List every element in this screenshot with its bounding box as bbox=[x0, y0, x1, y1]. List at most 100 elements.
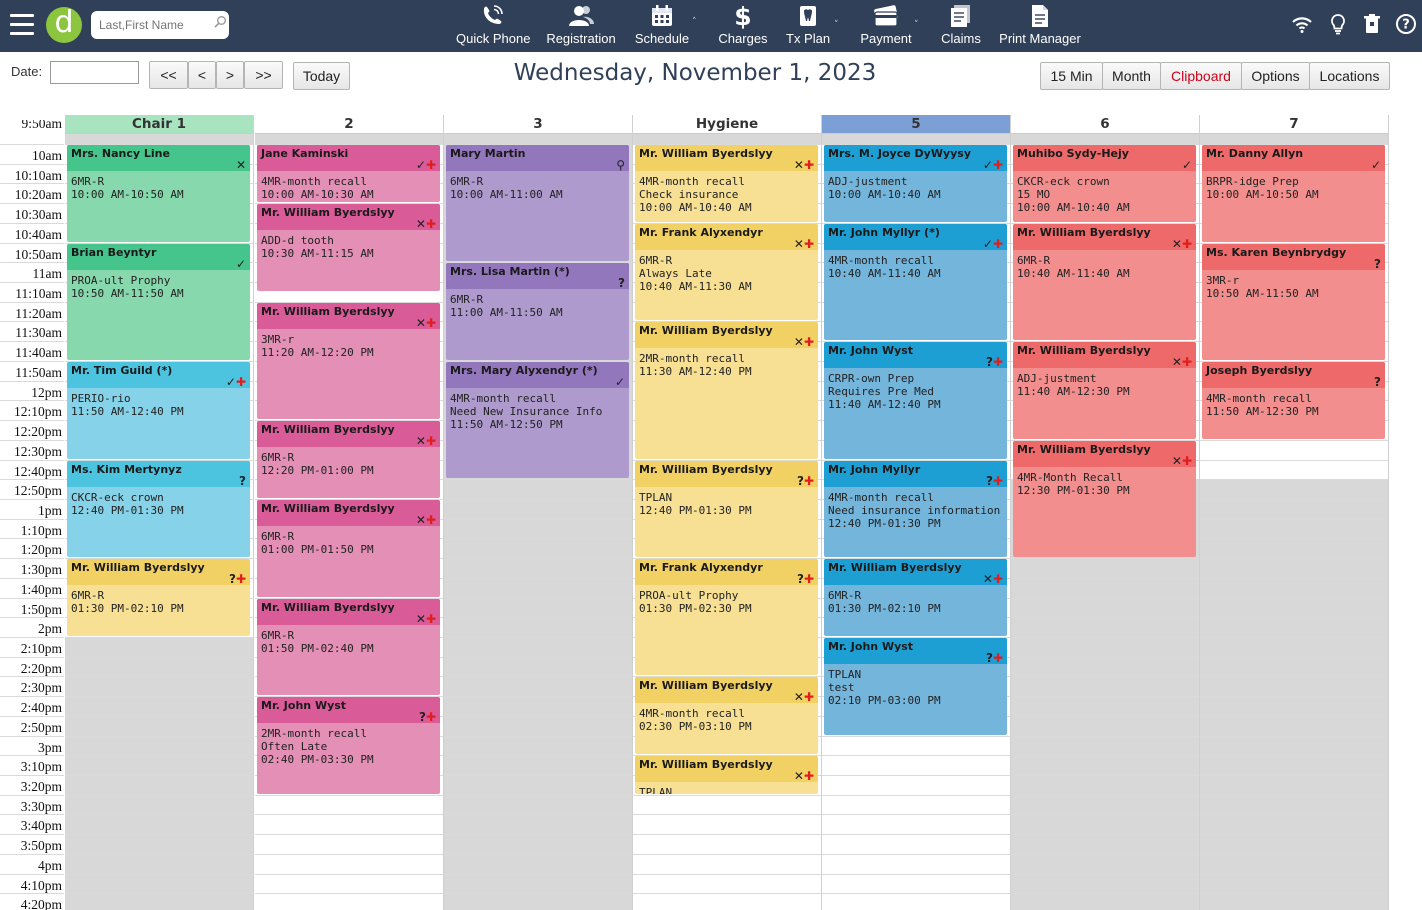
status-icon[interactable]: ✕ bbox=[236, 158, 246, 172]
appointment-patient-name[interactable]: Mary Martin bbox=[446, 145, 629, 171]
appointment-card[interactable]: Mr. William Byerdslyy ✕✚ 3MR-r 11:20 AM-12… bbox=[257, 302, 440, 420]
column-body[interactable]: Mr. William Byerdslyy ✕✚ 4MR-month recall … bbox=[633, 134, 821, 910]
appointment-patient-name[interactable]: Mr. William Byerdslyy bbox=[257, 421, 440, 448]
status-icon[interactable]: ✕ bbox=[794, 237, 804, 251]
status-icon[interactable]: ? bbox=[986, 474, 993, 488]
status-icon[interactable]: ✓ bbox=[983, 158, 993, 172]
appointment-status-icons[interactable]: ?✚ bbox=[797, 474, 814, 488]
status-icon[interactable]: ? bbox=[797, 572, 804, 586]
appointment-patient-name[interactable]: Mr. William Byerdslyy bbox=[635, 677, 818, 704]
appointment-card[interactable]: Mr. William Byerdslyy ✕✚ 4MR-month recall … bbox=[635, 677, 818, 755]
appointment-status-icons[interactable]: ✕✚ bbox=[416, 612, 436, 626]
status-icon[interactable]: ? bbox=[986, 355, 993, 369]
column-body[interactable]: Mrs. Nancy Line ✕ 6MR-R 10:00 AM-10:50 AM B… bbox=[65, 134, 253, 910]
appointment-patient-name[interactable]: Mr. William Byerdslyy bbox=[257, 204, 440, 231]
status-icon[interactable]: ✕ bbox=[416, 316, 426, 330]
nav-registration[interactable]: Registration bbox=[546, 3, 616, 46]
status-icon[interactable]: ✓ bbox=[1371, 158, 1381, 172]
status-icon[interactable]: ? bbox=[1374, 375, 1381, 389]
appointment-status-icons[interactable]: ✕✚ bbox=[1172, 454, 1192, 468]
next-day-button[interactable]: > bbox=[216, 61, 244, 89]
appointment-status-icons[interactable]: ✕✚ bbox=[794, 237, 814, 251]
appointment-patient-name[interactable]: Mr. John Myllyr (*) bbox=[824, 223, 1007, 250]
appointment-card[interactable]: Mary Martin ⚲ 6MR-R 10:00 AM-11:00 AM bbox=[446, 145, 629, 262]
appointment-status-icons[interactable]: ✕✚ bbox=[794, 158, 814, 172]
medical-alert-cross-icon[interactable]: ✚ bbox=[804, 769, 814, 783]
status-icon[interactable]: ✓ bbox=[615, 375, 625, 389]
date-input[interactable] bbox=[50, 61, 139, 84]
appointment-status-icons[interactable]: ✓ bbox=[1371, 158, 1381, 172]
lightbulb-icon[interactable] bbox=[1327, 13, 1349, 35]
appointment-patient-name[interactable]: Brian Beyntyr bbox=[67, 243, 250, 270]
nav-charges[interactable]: $ Charges bbox=[716, 3, 770, 46]
appointment-patient-name[interactable]: Mr. William Byerdslyy bbox=[635, 322, 818, 349]
appointment-card[interactable]: Mr. Danny Allyn ✓ BRPR-idge Prep 10:00 AM-… bbox=[1202, 145, 1385, 242]
appointment-card[interactable]: Ms. Kim Mertynyz? CKCR-eck crown 12:40 PM… bbox=[67, 460, 250, 558]
status-icon[interactable]: ✕ bbox=[416, 434, 426, 448]
appointment-card[interactable]: Mr. John Myllyr ?✚ 4MR-month recall Need i… bbox=[824, 460, 1007, 558]
nav-schedule[interactable]: Schedule bbox=[633, 3, 691, 46]
appointment-patient-name[interactable]: Jane Kaminski bbox=[257, 145, 440, 171]
medical-alert-cross-icon[interactable]: ✚ bbox=[426, 316, 436, 330]
appointment-patient-name[interactable]: Mr. Tim Guild (*) bbox=[67, 361, 250, 388]
prev-day-button[interactable]: < bbox=[188, 61, 216, 89]
wifi-icon[interactable] bbox=[1291, 13, 1313, 35]
appointment-status-icons[interactable]: ? bbox=[1374, 257, 1381, 271]
appointment-card[interactable]: Mr. William Byerdslyy ✕✚ TPLAN bbox=[635, 756, 818, 794]
appointment-status-icons[interactable]: ✓ bbox=[236, 257, 246, 271]
status-icon[interactable]: ? bbox=[1374, 257, 1381, 271]
appointment-card[interactable]: Mr. William Byerdslyy ✕✚ 4MR-month recall … bbox=[635, 145, 818, 222]
appointment-patient-name[interactable]: Mr. William Byerdslyy bbox=[635, 145, 818, 171]
hamburger-menu-icon[interactable] bbox=[10, 14, 34, 36]
appointment-status-icons[interactable]: ✕✚ bbox=[794, 769, 814, 783]
appointment-status-icons[interactable]: ? bbox=[239, 474, 246, 488]
appointment-status-icons[interactable]: ✕ bbox=[236, 158, 246, 172]
appointment-patient-name[interactable]: Mr. John Myllyr bbox=[824, 460, 1007, 487]
status-icon[interactable]: ? bbox=[239, 474, 246, 488]
appointment-patient-name[interactable]: Mr. William Byerdslyy bbox=[67, 559, 250, 586]
status-icon[interactable]: ✕ bbox=[794, 335, 804, 349]
app-logo[interactable]: d bbox=[46, 7, 82, 43]
status-icon[interactable]: ? bbox=[229, 572, 236, 586]
nav-tx-plan[interactable]: Tx Plan bbox=[786, 3, 830, 46]
appointment-patient-name[interactable]: Mr. William Byerdslyy bbox=[1013, 223, 1196, 250]
appointment-patient-name[interactable]: Mrs. Lisa Martin (*) bbox=[446, 263, 629, 290]
medical-alert-cross-icon[interactable]: ✚ bbox=[993, 158, 1003, 172]
status-icon[interactable]: ✕ bbox=[1172, 355, 1182, 369]
medical-alert-cross-icon[interactable]: ✚ bbox=[426, 158, 436, 172]
nav-claims[interactable]: Claims bbox=[938, 3, 984, 46]
status-icon[interactable]: ✓ bbox=[416, 158, 426, 172]
column-header[interactable]: 6 bbox=[1011, 115, 1199, 134]
trash-icon[interactable] bbox=[1361, 13, 1383, 35]
appointment-card[interactable]: Mr. William Byerdslyy ✕✚ 6MR-R 10:40 AM-11… bbox=[1013, 223, 1196, 341]
medical-alert-cross-icon[interactable]: ✚ bbox=[1182, 355, 1192, 369]
column-header[interactable]: 5 bbox=[822, 115, 1010, 134]
status-icon[interactable]: ✓ bbox=[226, 375, 236, 389]
payment-caret-icon[interactable]: ˅ bbox=[914, 20, 919, 30]
status-icon[interactable]: ✕ bbox=[416, 513, 426, 527]
status-icon[interactable]: ✓ bbox=[236, 257, 246, 271]
appointment-card[interactable]: Mrs. M. Joyce DyWyysy ✓✚ ADJ-justment 10:0… bbox=[824, 145, 1007, 222]
medical-alert-cross-icon[interactable]: ✚ bbox=[426, 612, 436, 626]
appointment-card[interactable]: Mr. William Byerdslyy ✕✚ 6MR-R 01:50 PM-02… bbox=[257, 598, 440, 696]
appointment-patient-name[interactable]: Mr. William Byerdslyy bbox=[1013, 342, 1196, 369]
column-header[interactable]: 2 bbox=[255, 115, 443, 134]
appointment-card[interactable]: Mr. Tim Guild (*) ✓✚ PERIO-rio 11:50 AM-12… bbox=[67, 361, 250, 459]
appointment-patient-name[interactable]: Ms. Kim Mertynyz bbox=[67, 460, 250, 487]
appointment-status-icons[interactable]: ✓ bbox=[1182, 158, 1192, 172]
status-icon[interactable]: ⚲ bbox=[616, 158, 625, 172]
nav-print-manager[interactable]: Print Manager bbox=[998, 3, 1082, 46]
medical-alert-cross-icon[interactable]: ✚ bbox=[804, 474, 814, 488]
nav-quick-phone[interactable]: Quick Phone bbox=[456, 3, 530, 46]
prev-week-button[interactable]: << bbox=[149, 61, 188, 89]
status-icon[interactable]: ✕ bbox=[983, 572, 993, 586]
medical-alert-cross-icon[interactable]: ✚ bbox=[804, 335, 814, 349]
status-icon[interactable]: ? bbox=[419, 710, 426, 724]
medical-alert-cross-icon[interactable]: ✚ bbox=[236, 375, 246, 389]
appointment-card[interactable]: Mr. William Byerdslyy ?✚ 6MR-R 01:30 PM-02… bbox=[67, 559, 250, 636]
status-icon[interactable]: ✕ bbox=[794, 769, 804, 783]
appointment-card[interactable]: Mr. William Byerdslyy ✕✚ ADJ-justment 11:4… bbox=[1013, 342, 1196, 439]
appointment-card[interactable]: Mr. Frank Alyxendyr ?✚ PROA-ult Prophy 01:… bbox=[635, 559, 818, 676]
appointment-patient-name[interactable]: Muhibo Sydy-Hejy bbox=[1013, 145, 1196, 171]
medical-alert-cross-icon[interactable]: ✚ bbox=[426, 434, 436, 448]
